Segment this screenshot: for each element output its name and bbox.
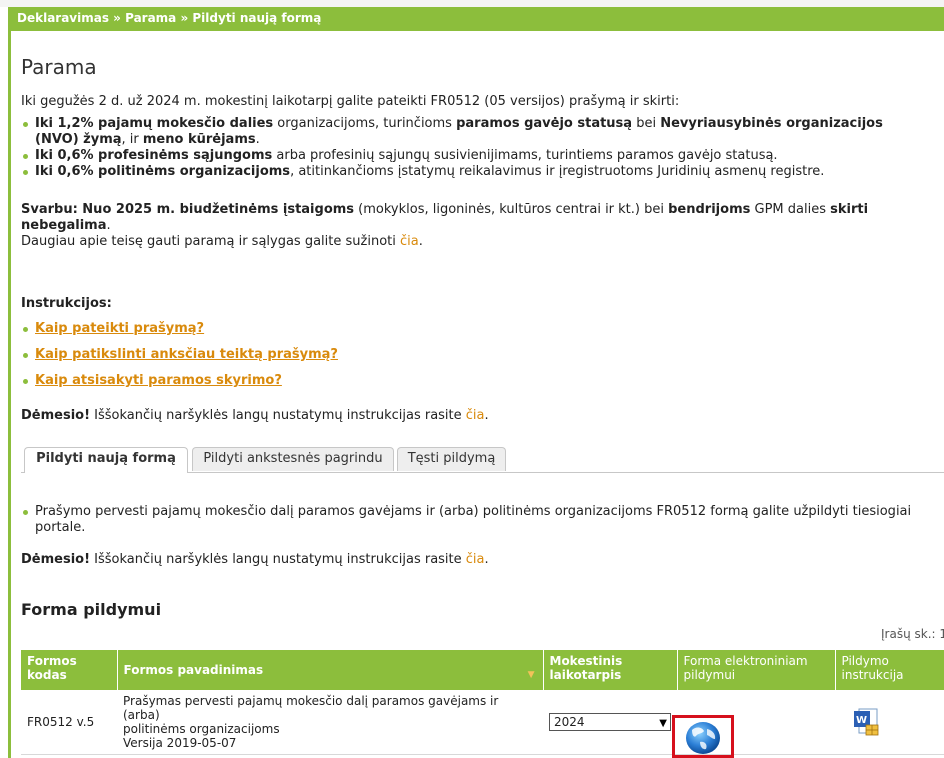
tab-content: Prašymo pervesti pajamų mokesčio dalį pa… [21, 504, 911, 536]
popup-attention: Dėmesio! Iššokančių naršyklės langų nust… [21, 408, 489, 423]
records-count: Įrašų sk.: 1 [881, 627, 944, 641]
word-document-icon[interactable]: W [853, 707, 881, 737]
col-header-name[interactable]: Formos pavadinimas ▼ [117, 650, 544, 690]
list-item[interactable]: Kaip pateikti prašymą? [21, 321, 338, 337]
important-note: Svarbu: Nuo 2025 m. biudžetinėms įstaigo… [21, 202, 869, 249]
top-gap [0, 0, 944, 7]
cell-name: Prašymas pervesti pajamų mokesčio dalį p… [117, 690, 543, 755]
support-list: Iki 1,2% pajamų mokesčio dalies organiza… [21, 116, 883, 180]
col-header-online: Forma elektroniniam pildymui [677, 650, 836, 690]
breadcrumb[interactable]: Deklaravimas » Parama » Pildyti naują fo… [17, 11, 321, 25]
forms-table: Formos kodas Formos pavadinimas ▼ Mokesti… [21, 650, 944, 755]
tab-based-on-previous[interactable]: Pildyti ankstesnės pagrindu [192, 447, 394, 471]
list-item: Prašymo pervesti pajamų mokesčio dalį pa… [21, 504, 911, 536]
list-item: Iki 0,6% politinėms organizacijoms, atit… [21, 164, 883, 180]
col-header-instruction: Pildymo instrukcija [835, 650, 944, 690]
popup-attention-2: Dėmesio! Iššokančių naršyklės langų nust… [21, 552, 489, 567]
tab-new-form[interactable]: Pildyti naują formą [24, 447, 188, 473]
sort-arrow-icon[interactable]: ▼ [528, 668, 535, 682]
col-header-period[interactable]: Mokestinis laikotarpis [543, 650, 678, 690]
section-title: Forma pildymui [21, 600, 162, 619]
instructions-list: Kaip pateikti prašymą? Kaip patikslinti … [21, 321, 338, 389]
cell-code: FR0512 v.5 [21, 690, 117, 755]
cell-instruction: W [835, 690, 944, 755]
page-title: Parama [21, 55, 97, 79]
col-header-code[interactable]: Formos kodas [21, 650, 118, 690]
online-form-highlight [672, 715, 734, 758]
popup-instructions-link[interactable]: čia [466, 408, 485, 423]
breadcrumb-bar: Deklaravimas » Parama » Pildyti naują fo… [11, 7, 944, 31]
content-panel: Deklaravimas » Parama » Pildyti naują fo… [8, 7, 944, 758]
table-header-row: Formos kodas Formos pavadinimas ▼ Mokesti… [21, 650, 944, 690]
cell-period: 2024 ▼ [543, 690, 677, 755]
list-item[interactable]: Kaip patikslinti anksčiau teiktą prašymą… [21, 347, 338, 363]
intro-text: Iki gegužės 2 d. už 2024 m. mokestinį la… [21, 94, 680, 109]
instruction-link-correct[interactable]: Kaip patikslinti anksčiau teiktą prašymą… [35, 347, 338, 362]
more-info-link[interactable]: čia [400, 234, 419, 249]
instruction-link-submit[interactable]: Kaip pateikti prašymą? [35, 321, 204, 336]
period-select[interactable]: 2024 ▼ [549, 713, 671, 731]
svg-text:W: W [856, 715, 867, 726]
globe-icon[interactable] [683, 720, 723, 756]
table-row: FR0512 v.5 Prašymas pervesti pajamų moke… [21, 690, 944, 755]
instruction-link-cancel[interactable]: Kaip atsisakyti paramos skyrimo? [35, 373, 282, 388]
chevron-down-icon: ▼ [659, 718, 667, 729]
tab-continue[interactable]: Tęsti pildymą [397, 447, 506, 471]
list-item: Iki 0,6% profesinėms sąjungoms arba prof… [21, 148, 883, 164]
instructions-title: Instrukcijos: [21, 296, 112, 311]
list-item: Iki 1,2% pajamų mokesčio dalies organiza… [21, 116, 883, 148]
list-item[interactable]: Kaip atsisakyti paramos skyrimo? [21, 373, 338, 389]
popup-instructions-link-2[interactable]: čia [466, 552, 485, 567]
